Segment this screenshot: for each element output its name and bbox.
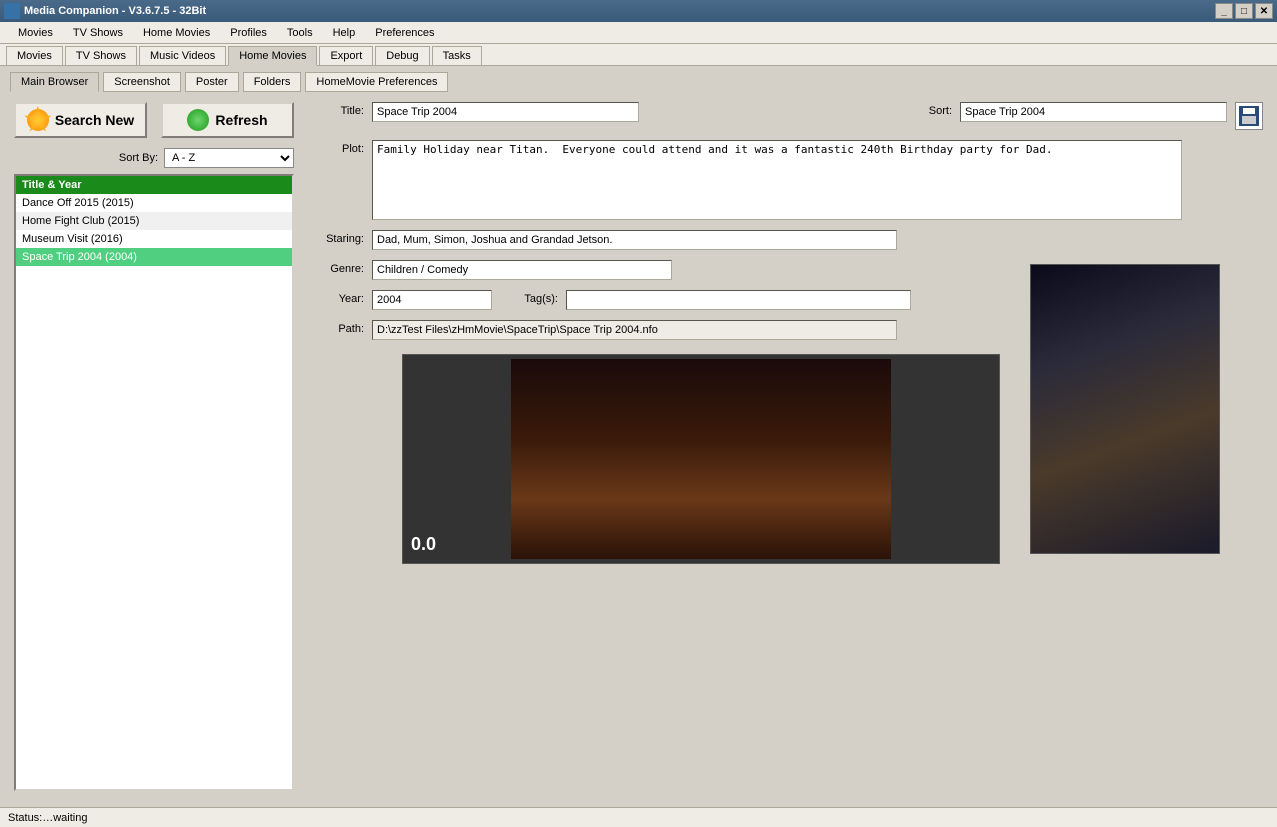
poster-preview[interactable] — [1030, 264, 1220, 554]
menu-profiles[interactable]: Profiles — [220, 25, 277, 41]
sortby-select[interactable]: A - Z — [164, 148, 294, 168]
menu-preferences[interactable]: Preferences — [365, 25, 444, 41]
menu-tvshows[interactable]: TV Shows — [63, 25, 133, 41]
close-button[interactable]: ✕ — [1255, 3, 1273, 19]
tags-label: Tag(s): — [508, 290, 558, 305]
sub-tabbar: Main Browser Screenshot Poster Folders H… — [0, 66, 1277, 92]
status-text: Status:…waiting — [8, 812, 87, 824]
tab-tasks[interactable]: Tasks — [432, 46, 482, 65]
main-tabbar: Movies TV Shows Music Videos Home Movies… — [0, 44, 1277, 66]
list-item[interactable]: Home Fight Club (2015) — [16, 212, 292, 230]
new-icon — [27, 109, 49, 131]
subtab-poster[interactable]: Poster — [185, 72, 239, 92]
sortby-label: Sort By: — [119, 152, 158, 164]
staring-input[interactable] — [372, 230, 897, 250]
refresh-label: Refresh — [215, 112, 267, 128]
staring-label: Staring: — [314, 230, 364, 245]
tab-movies[interactable]: Movies — [6, 46, 63, 65]
app-icon — [4, 3, 20, 19]
refresh-button[interactable]: Refresh — [161, 102, 294, 138]
year-label: Year: — [314, 290, 364, 305]
search-new-label: Search New — [55, 112, 134, 128]
plot-textarea[interactable]: Family Holiday near Titan. Everyone coul… — [372, 140, 1182, 220]
year-input[interactable] — [372, 290, 492, 310]
path-input — [372, 320, 897, 340]
subtab-screenshot[interactable]: Screenshot — [103, 72, 181, 92]
refresh-icon — [187, 109, 209, 131]
fanart-rating: 0.0 — [411, 534, 436, 555]
subtab-mainbrowser[interactable]: Main Browser — [10, 72, 99, 92]
subtab-homemovieprefs[interactable]: HomeMovie Preferences — [305, 72, 448, 92]
floppy-icon — [1239, 106, 1259, 126]
menu-help[interactable]: Help — [323, 25, 366, 41]
list-item[interactable]: Space Trip 2004 (2004) — [16, 248, 292, 266]
genre-label: Genre: — [314, 260, 364, 275]
tab-musicvideos[interactable]: Music Videos — [139, 46, 226, 65]
path-label: Path: — [314, 320, 364, 335]
genre-input[interactable] — [372, 260, 672, 280]
tab-debug[interactable]: Debug — [375, 46, 429, 65]
menu-movies[interactable]: Movies — [8, 25, 63, 41]
titlebar: Media Companion - V3.6.7.5 - 32Bit _ □ ✕ — [0, 0, 1277, 22]
tab-homemovies[interactable]: Home Movies — [228, 46, 317, 66]
sort-label: Sort: — [912, 102, 952, 117]
title-label: Title: — [314, 102, 364, 117]
tags-input[interactable] — [566, 290, 911, 310]
subtab-folders[interactable]: Folders — [243, 72, 302, 92]
window-title: Media Companion - V3.6.7.5 - 32Bit — [24, 5, 1215, 17]
plot-label: Plot: — [314, 140, 364, 155]
list-header: Title & Year — [16, 176, 292, 194]
statusbar: Status:…waiting — [0, 807, 1277, 827]
menu-tools[interactable]: Tools — [277, 25, 323, 41]
save-button[interactable] — [1235, 102, 1263, 130]
movie-list[interactable]: Title & Year Dance Off 2015 (2015) Home … — [14, 174, 294, 791]
fanart-preview[interactable]: 0.0 — [402, 354, 1000, 564]
maximize-button[interactable]: □ — [1235, 3, 1253, 19]
title-input[interactable] — [372, 102, 639, 122]
minimize-button[interactable]: _ — [1215, 3, 1233, 19]
sort-input[interactable] — [960, 102, 1227, 122]
tab-export[interactable]: Export — [319, 46, 373, 65]
tab-tvshows[interactable]: TV Shows — [65, 46, 137, 65]
search-new-button[interactable]: Search New — [14, 102, 147, 138]
menubar: Movies TV Shows Home Movies Profiles Too… — [0, 22, 1277, 44]
menu-homemovies[interactable]: Home Movies — [133, 25, 220, 41]
list-item[interactable]: Museum Visit (2016) — [16, 230, 292, 248]
list-item[interactable]: Dance Off 2015 (2015) — [16, 194, 292, 212]
